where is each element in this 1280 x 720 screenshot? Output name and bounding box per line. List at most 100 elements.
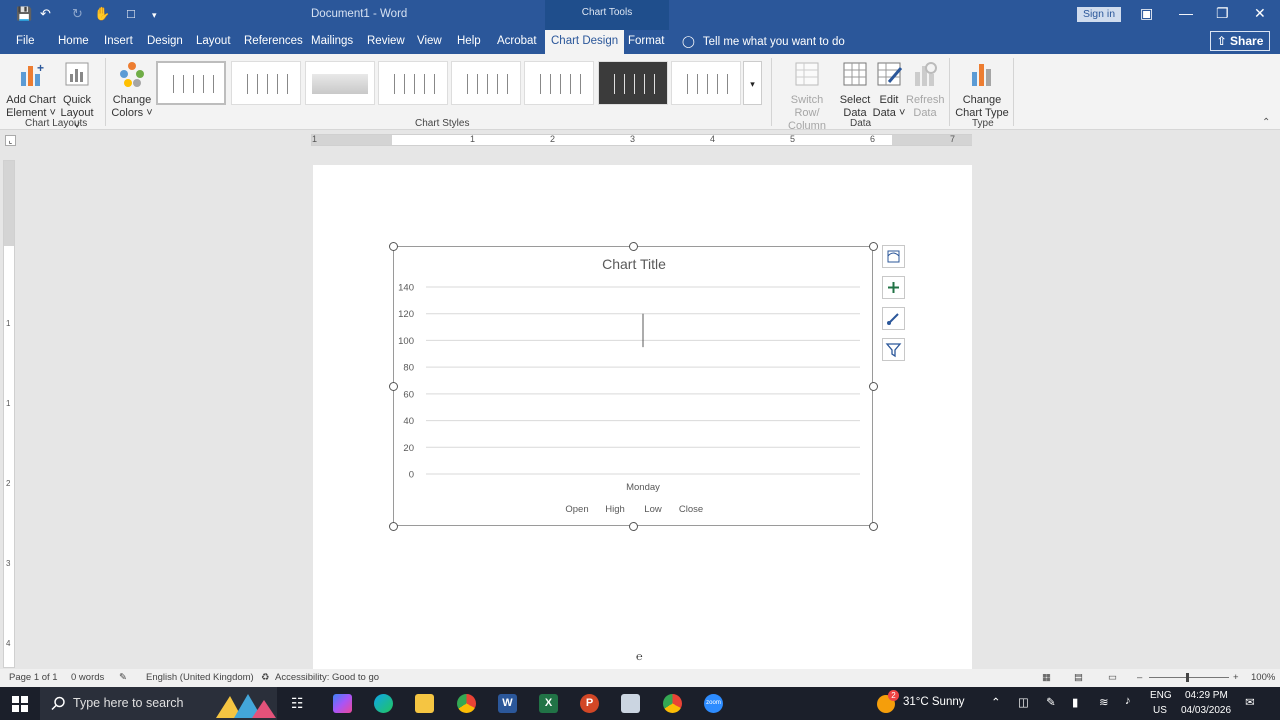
tab-chart-design[interactable]: Chart Design xyxy=(545,30,625,54)
zoom-slider[interactable] xyxy=(1149,677,1229,678)
tab-format[interactable]: Format xyxy=(628,35,664,47)
tab-mailings[interactable]: Mailings xyxy=(311,35,353,47)
refresh-data-button[interactable]: Refresh Data xyxy=(906,60,945,120)
chart-style-2[interactable] xyxy=(231,61,301,105)
zoom-slider-thumb[interactable] xyxy=(1186,673,1189,682)
tab-help[interactable]: Help xyxy=(457,35,481,47)
resize-handle[interactable] xyxy=(389,242,398,251)
chart-style-5[interactable] xyxy=(451,61,521,105)
excel-icon[interactable]: X xyxy=(539,694,558,713)
chart-filters-button[interactable] xyxy=(882,338,905,361)
save-icon[interactable]: 💾 xyxy=(16,6,32,22)
collapse-ribbon-icon[interactable]: ⌃ xyxy=(1262,117,1270,128)
chart-elements-button[interactable] xyxy=(882,276,905,299)
volume-icon[interactable]: ♪ xyxy=(1125,695,1131,707)
focus-mode-icon[interactable]: ▦ xyxy=(1042,672,1051,683)
share-button[interactable]: ⇧ Share xyxy=(1210,31,1270,51)
resize-handle[interactable] xyxy=(869,382,878,391)
resize-handle[interactable] xyxy=(389,522,398,531)
windows-start-icon[interactable] xyxy=(12,696,28,712)
refresh-data-icon xyxy=(915,62,937,86)
change-chart-type-button[interactable]: Change Chart Type xyxy=(955,60,1009,120)
wifi-icon[interactable]: ≋ xyxy=(1099,695,1109,709)
resize-handle[interactable] xyxy=(629,522,638,531)
select-data-button[interactable]: Select Data xyxy=(838,60,872,120)
add-chart-element-button[interactable]: + Add Chart Element ˅ xyxy=(6,60,56,120)
chart-style-8[interactable] xyxy=(671,61,741,105)
weather-text[interactable]: 31°C Sunny xyxy=(903,696,965,708)
input-region[interactable]: US xyxy=(1153,705,1167,716)
task-view-icon[interactable]: ☷ xyxy=(291,695,304,712)
web-layout-icon[interactable]: ▭ xyxy=(1108,672,1117,683)
meet-now-icon[interactable]: ◫ xyxy=(1018,695,1029,709)
tab-review[interactable]: Review xyxy=(367,35,405,47)
tell-me-search[interactable]: ◯ Tell me what you want to do xyxy=(682,34,845,48)
accessibility-status[interactable]: Accessibility: Good to go xyxy=(275,672,379,683)
tab-design[interactable]: Design xyxy=(147,35,183,47)
taskbar-search-box[interactable]: Type here to search xyxy=(40,687,277,720)
change-colors-button[interactable]: Change Colors ˅ xyxy=(111,60,153,120)
app-icon[interactable] xyxy=(621,694,640,713)
battery-icon[interactable]: ▮ xyxy=(1072,695,1078,709)
undo-icon[interactable]: ↶ xyxy=(40,6,51,22)
restore-icon[interactable]: ❐ xyxy=(1216,5,1229,22)
page-count[interactable]: Page 1 of 1 xyxy=(9,672,58,683)
chrome-profile-icon[interactable] xyxy=(663,694,682,713)
ruler-number: 2 xyxy=(6,479,11,488)
minimize-icon[interactable]: — xyxy=(1179,5,1193,21)
close-icon[interactable]: ✕ xyxy=(1254,5,1266,22)
resize-handle[interactable] xyxy=(389,382,398,391)
switch-row-column-button[interactable]: Switch Row/ Column xyxy=(778,60,836,133)
powerpoint-icon[interactable]: P xyxy=(580,694,599,713)
tab-home[interactable]: Home xyxy=(58,35,89,47)
chart-style-7[interactable] xyxy=(598,61,668,105)
word-count[interactable]: 0 words xyxy=(71,672,104,683)
resize-handle[interactable] xyxy=(869,242,878,251)
customize-toolbar-icon[interactable]: ▾ xyxy=(152,10,157,21)
tab-insert[interactable]: Insert xyxy=(104,35,133,47)
new-document-icon[interactable]: □ xyxy=(127,6,135,21)
horizontal-ruler[interactable]: 1 1 2 3 4 5 6 7 xyxy=(311,134,972,146)
file-explorer-icon[interactable] xyxy=(415,694,434,713)
resize-handle[interactable] xyxy=(629,242,638,251)
zoom-in-icon[interactable]: + xyxy=(1233,672,1239,683)
notifications-icon[interactable]: ✉ xyxy=(1245,695,1255,709)
redo-icon[interactable]: ↻ xyxy=(72,6,83,22)
show-hidden-icons-icon[interactable]: ⌃ xyxy=(991,695,1001,709)
zoom-out-icon[interactable]: – xyxy=(1137,672,1142,683)
input-language[interactable]: ENG xyxy=(1150,690,1172,701)
vertical-ruler[interactable]: 1 1 2 3 4 xyxy=(3,160,15,668)
chart-style-4[interactable] xyxy=(378,61,448,105)
language-status[interactable]: English (United Kingdom) xyxy=(146,672,254,683)
sign-in-button[interactable]: Sign in xyxy=(1077,7,1121,22)
word-icon[interactable]: W xyxy=(498,694,517,713)
ribbon-display-icon[interactable]: ▣ xyxy=(1140,5,1153,22)
chart-styles-button[interactable] xyxy=(882,307,905,330)
zoom-app-icon[interactable]: zoom xyxy=(704,694,723,713)
status-bar: Page 1 of 1 0 words ✎ English (United Ki… xyxy=(0,669,1280,687)
edit-data-button[interactable]: Edit Data ˅ xyxy=(872,60,906,120)
chart-style-6[interactable] xyxy=(524,61,594,105)
touch-mode-icon[interactable]: ✋ xyxy=(94,6,110,22)
proofing-icon[interactable]: ✎ xyxy=(119,672,127,683)
clock-time[interactable]: 04:29 PM xyxy=(1185,690,1228,701)
zoom-level[interactable]: 100% xyxy=(1251,672,1275,683)
layout-options-button[interactable] xyxy=(882,245,905,268)
stock-chart[interactable]: Chart Title 0 20 40 60 80 100 120 140 Monday Open H… xyxy=(393,246,873,526)
tab-file[interactable]: File xyxy=(16,35,35,47)
edge-icon[interactable] xyxy=(374,694,393,713)
tab-view[interactable]: View xyxy=(417,35,442,47)
chart-style-1[interactable] xyxy=(156,61,226,105)
more-styles-icon[interactable]: ▾ xyxy=(743,61,762,105)
pen-icon[interactable]: ✎ xyxy=(1046,695,1056,709)
read-mode-icon[interactable]: ▤ xyxy=(1074,672,1083,683)
clock-date[interactable]: 04/03/2026 xyxy=(1181,705,1231,716)
resize-handle[interactable] xyxy=(869,522,878,531)
copilot-icon[interactable] xyxy=(333,694,352,713)
tab-layout[interactable]: Layout xyxy=(196,35,231,47)
tab-acrobat[interactable]: Acrobat xyxy=(497,35,537,47)
chart-style-3[interactable] xyxy=(305,61,375,105)
tab-selector-icon[interactable]: ⌞ xyxy=(5,135,16,146)
chrome-icon[interactable] xyxy=(457,694,476,713)
tab-references[interactable]: References xyxy=(244,35,303,47)
